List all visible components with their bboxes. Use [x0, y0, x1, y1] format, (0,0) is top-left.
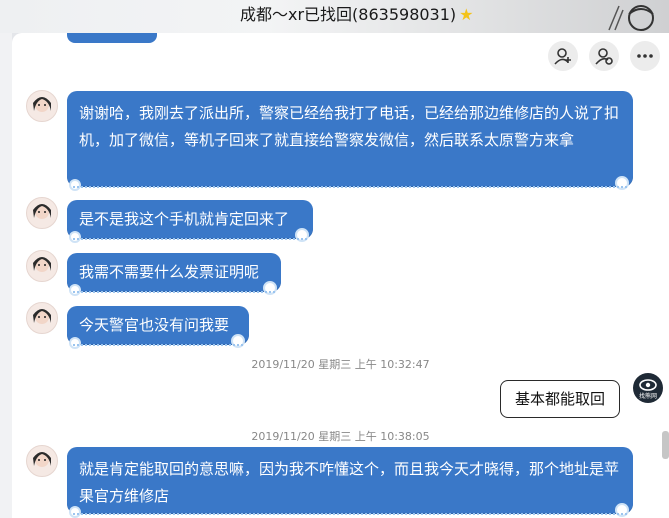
previous-message-bubble — [67, 33, 157, 43]
message-bubble[interactable]: 谢谢哈，我刚去了派出所，警察已经给我打了电话，已经给那边维修店的人说了扣机，加了… — [67, 91, 633, 191]
avatar[interactable] — [26, 445, 58, 477]
chat-title: 成都～xr已找回(863598031) ★ — [240, 4, 474, 26]
message-text: 我需不需要什么发票证明呢 — [79, 263, 260, 281]
add-contact-icon — [554, 48, 571, 65]
message-text: 就是肯定能取回的意思嘛，因为我不咋懂这个，而且我今天才晓得，那个地址是苹果官方维… — [79, 460, 620, 505]
title-bar: 成都～xr已找回(863598031) ★ — [0, 0, 669, 33]
message-text: 是不是我这个手机就肯定回来了 — [79, 210, 290, 228]
avatar-image — [33, 309, 51, 324]
message-text: 基本都能取回 — [514, 390, 605, 408]
avatar-image — [33, 204, 51, 219]
avatar-image — [33, 452, 51, 467]
avatar[interactable] — [26, 302, 58, 334]
more-icon — [637, 54, 653, 58]
message-bubble[interactable]: 我需不需要什么发票证明呢 — [67, 253, 281, 296]
timestamp: 2019/11/20 星期三 上午 10:32:47 — [251, 358, 430, 371]
message-bubble[interactable]: 是不是我这个手机就肯定回来了 — [67, 200, 313, 243]
contact-settings-icon — [595, 48, 613, 65]
avatar[interactable] — [26, 90, 58, 122]
contact-settings-button[interactable] — [589, 41, 619, 71]
scrollbar-thumb[interactable] — [662, 431, 669, 459]
add-contact-button[interactable] — [548, 41, 578, 71]
eye-logo-icon: 找熊网 — [639, 379, 657, 400]
self-avatar-label: 找熊网 — [639, 392, 657, 400]
header-decoration-icon — [608, 5, 654, 31]
more-button[interactable] — [630, 41, 660, 71]
self-avatar[interactable]: 找熊网 — [633, 373, 663, 403]
message-bubble[interactable]: 就是肯定能取回的意思嘛，因为我不咋懂这个，而且我今天才晓得，那个地址是苹果官方维… — [67, 447, 633, 518]
message-text: 谢谢哈，我刚去了派出所，警察已经给我打了电话，已经给那边维修店的人说了扣机，加了… — [79, 104, 620, 149]
message-text: 今天警官也没有问我要 — [79, 316, 230, 334]
left-edge — [0, 33, 12, 518]
avatar[interactable] — [26, 250, 58, 282]
avatar[interactable] — [26, 197, 58, 229]
timestamp: 2019/11/20 星期三 上午 10:38:05 — [251, 430, 430, 443]
avatar-image — [33, 97, 51, 112]
avatar-image — [33, 257, 51, 272]
chat-panel: 谢谢哈，我刚去了派出所，警察已经给我打了电话，已经给那边维修店的人说了扣机，加了… — [12, 33, 669, 518]
chat-title-text: 成都～xr已找回(863598031) — [240, 5, 457, 24]
message-bubble[interactable]: 今天警官也没有问我要 — [67, 306, 249, 349]
message-bubble-self[interactable]: 基本都能取回 — [500, 380, 620, 418]
star-icon: ★ — [459, 5, 474, 24]
